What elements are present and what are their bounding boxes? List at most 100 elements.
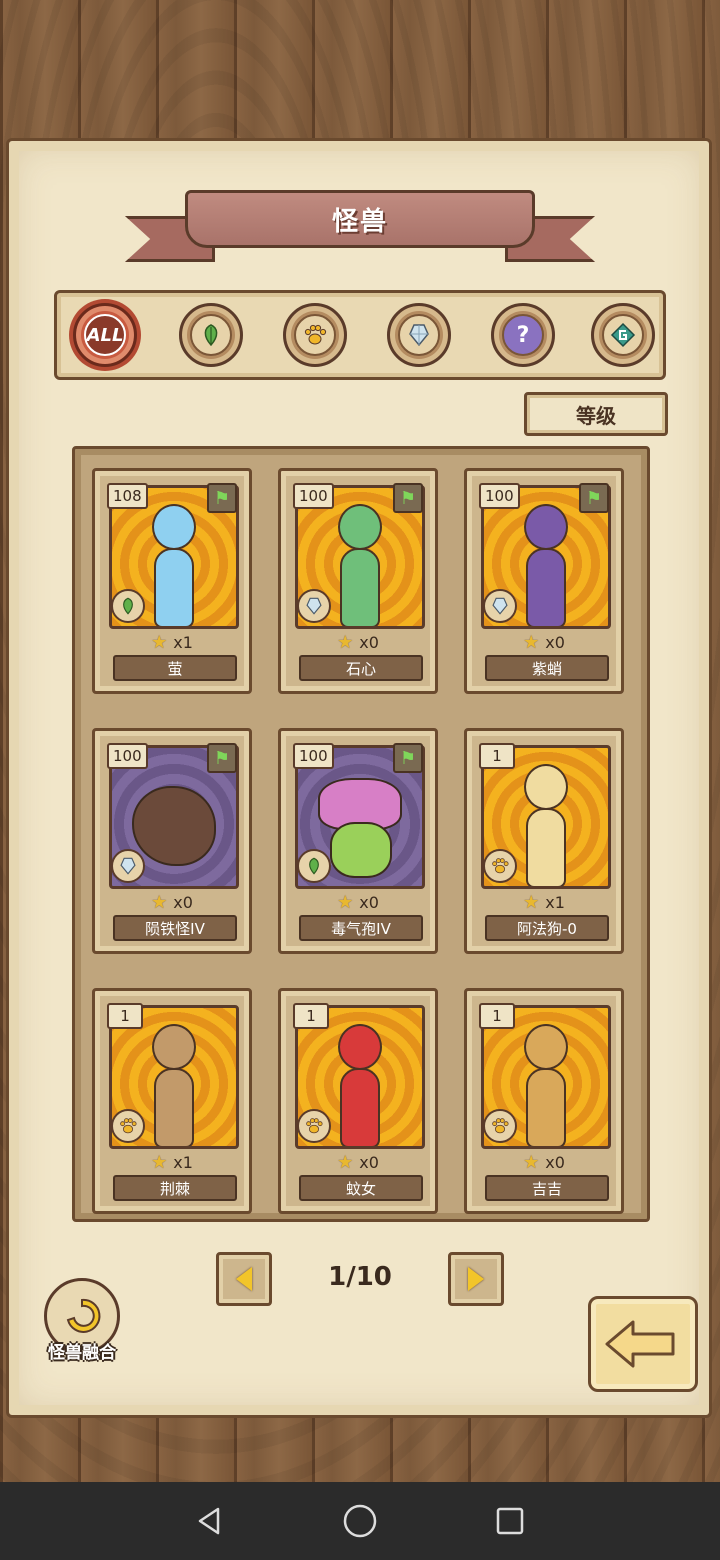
monster-portrait: [511, 758, 581, 886]
card-star-count: ★ x1: [95, 631, 249, 653]
leaf-icon: [190, 314, 232, 356]
card-level: 1: [293, 1003, 329, 1029]
crystal-icon: [398, 314, 440, 356]
sort-level-button[interactable]: 等级: [524, 392, 668, 436]
card-level: 100: [293, 483, 334, 509]
filter-all-label: ALL: [86, 324, 124, 346]
card-name: 阿法狗-0: [485, 915, 609, 941]
monster-card[interactable]: 1 ★ x0 蚊女: [278, 988, 438, 1214]
card-level: 100: [293, 743, 334, 769]
paw-icon: [297, 1109, 331, 1143]
star-icon: ★: [523, 631, 540, 653]
card-count: x0: [545, 1152, 565, 1172]
card-star-count: ★ x1: [467, 891, 621, 913]
card-level: 100: [107, 743, 148, 769]
card-name: 毒气孢IV: [299, 915, 423, 941]
card-star-count: ★ x0: [281, 1151, 435, 1173]
monster-portrait: [325, 1018, 395, 1146]
card-name: 石心: [299, 655, 423, 681]
monster-fusion-button[interactable]: 怪兽融合: [36, 1278, 128, 1364]
next-page-button[interactable]: [448, 1252, 504, 1306]
monster-portrait: [132, 786, 216, 870]
paw-icon: [294, 314, 336, 356]
monster-portrait: [511, 1018, 581, 1146]
arrow-left-icon: [236, 1267, 252, 1291]
filter-all-button[interactable]: ALL: [73, 303, 137, 367]
flag-icon: ⚑: [393, 483, 423, 513]
crystal-icon: [297, 589, 331, 623]
card-count: x0: [359, 1152, 379, 1172]
monster-card[interactable]: 1 ★ x1 阿法狗-0: [464, 728, 624, 954]
filter-unknown-button[interactable]: ?: [491, 303, 555, 367]
leaf-icon: [111, 589, 145, 623]
paw-icon: [483, 1109, 517, 1143]
card-level: 1: [479, 743, 515, 769]
star-icon: ★: [337, 1151, 354, 1173]
monster-portrait: [325, 498, 395, 626]
star-icon: ★: [337, 891, 354, 913]
star-icon: ★: [151, 891, 168, 913]
card-star-count: ★ x0: [281, 891, 435, 913]
nav-home-icon[interactable]: [340, 1501, 380, 1541]
star-icon: ★: [523, 891, 540, 913]
card-name: 萤: [113, 655, 237, 681]
card-count: x0: [359, 892, 379, 912]
all-icon: ALL: [84, 314, 126, 356]
monster-card[interactable]: 108 ⚑ ★ x1 萤: [92, 468, 252, 694]
paw-icon: [111, 1109, 145, 1143]
card-star-count: ★ x0: [467, 1151, 621, 1173]
g-rune-icon: [602, 314, 644, 356]
card-name: 蚊女: [299, 1175, 423, 1201]
monster-portrait: [139, 1018, 209, 1146]
leaf-icon: [297, 849, 331, 883]
question-icon: ?: [502, 314, 544, 356]
star-icon: ★: [151, 1151, 168, 1173]
nav-back-icon[interactable]: [190, 1501, 230, 1541]
card-star-count: ★ x0: [467, 631, 621, 653]
fusion-label: 怪兽融合: [48, 1343, 116, 1363]
flag-icon: ⚑: [207, 743, 237, 773]
back-button[interactable]: [588, 1296, 698, 1392]
card-name: 吉吉: [485, 1175, 609, 1201]
card-count: x0: [359, 632, 379, 652]
monster-card[interactable]: 100 ⚑ ★ x0 陨铁怪IV: [92, 728, 252, 954]
monster-card[interactable]: 100 ⚑ ★ x0 石心: [278, 468, 438, 694]
card-name: 陨铁怪IV: [113, 915, 237, 941]
card-star-count: ★ x0: [95, 891, 249, 913]
card-count: x0: [545, 632, 565, 652]
monster-card[interactable]: 1 ★ x0 吉吉: [464, 988, 624, 1214]
back-arrow-icon: [605, 1320, 675, 1368]
card-star-count: ★ x1: [95, 1151, 249, 1173]
star-icon: ★: [337, 631, 354, 653]
card-star-count: ★ x0: [281, 631, 435, 653]
filter-special-button[interactable]: [591, 303, 655, 367]
system-nav-bar: [0, 1482, 720, 1560]
monster-portrait: [511, 498, 581, 626]
card-count: x1: [173, 632, 193, 652]
card-name: 紫蛸: [485, 655, 609, 681]
card-level: 1: [479, 1003, 515, 1029]
flag-icon: ⚑: [579, 483, 609, 513]
monster-card[interactable]: 1 ★ x1 荆棘: [92, 988, 252, 1214]
monster-portrait: [139, 498, 209, 626]
page-title: 怪兽: [331, 206, 388, 237]
card-count: x1: [545, 892, 565, 912]
card-name: 荆棘: [113, 1175, 237, 1201]
filter-beast-button[interactable]: [283, 303, 347, 367]
filter-crystal-button[interactable]: [387, 303, 451, 367]
star-icon: ★: [151, 631, 168, 653]
filter-bar: ALL ?: [54, 290, 666, 380]
title-ribbon: 怪兽: [125, 186, 595, 274]
arrow-right-icon: [468, 1267, 484, 1291]
card-level: 1: [107, 1003, 143, 1029]
monster-card[interactable]: 100 ⚑ ★ x0 紫蛸: [464, 468, 624, 694]
filter-plant-button[interactable]: [179, 303, 243, 367]
monster-card[interactable]: 100 ⚑ ★ x0 毒气孢IV: [278, 728, 438, 954]
card-count: x1: [173, 1152, 193, 1172]
card-level: 108: [107, 483, 148, 509]
paw-icon: [483, 849, 517, 883]
prev-page-button[interactable]: [216, 1252, 272, 1306]
page-indicator: 1/10: [328, 1262, 392, 1292]
nav-recents-icon[interactable]: [490, 1501, 530, 1541]
star-icon: ★: [523, 1151, 540, 1173]
